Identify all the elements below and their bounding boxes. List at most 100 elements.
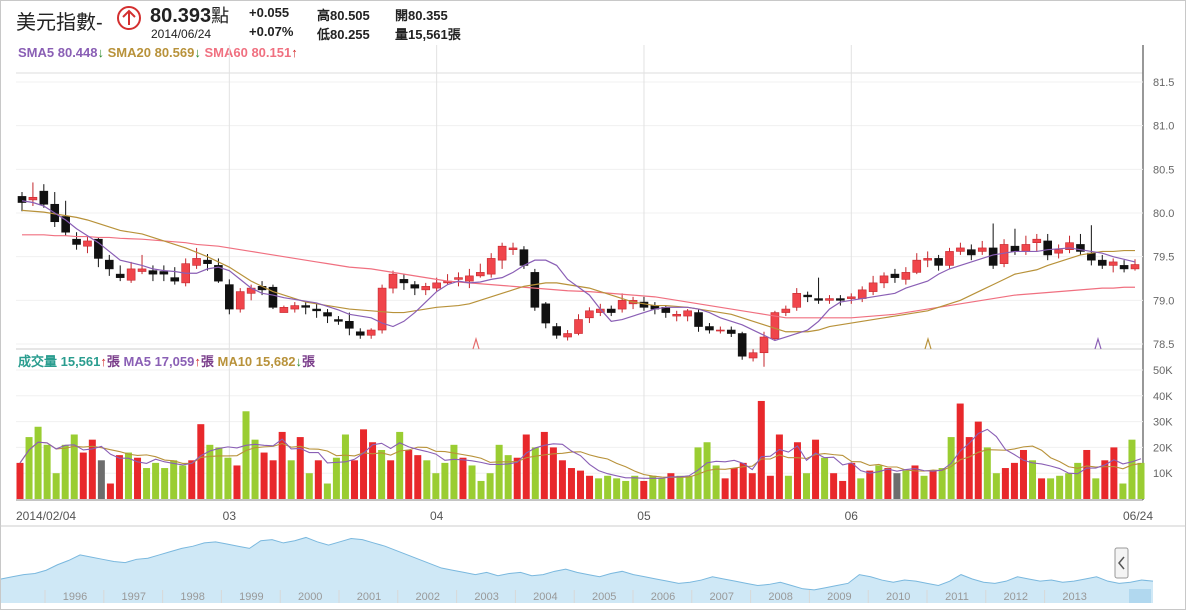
candle-up bbox=[912, 259, 922, 273]
candle-down bbox=[345, 320, 354, 329]
navigator-year-label: 2007 bbox=[710, 591, 734, 603]
volume-bar-up bbox=[269, 460, 277, 499]
candle-down bbox=[39, 190, 49, 205]
candle-up bbox=[781, 308, 791, 313]
navigator-year-label: 2011 bbox=[945, 591, 969, 603]
candle-up bbox=[977, 247, 987, 252]
volume-bar-down bbox=[902, 470, 910, 499]
volume-bar-down bbox=[992, 473, 1000, 499]
candle-up bbox=[672, 314, 682, 317]
volume-bar-up bbox=[748, 473, 756, 499]
volume-bar-down bbox=[70, 434, 78, 499]
volume-bar-down bbox=[441, 462, 449, 499]
candle-down bbox=[934, 258, 943, 266]
volume-bar-down bbox=[857, 478, 865, 499]
volume-bar-down bbox=[531, 447, 539, 499]
navigator-year-label: 2002 bbox=[416, 591, 440, 603]
candle-up bbox=[868, 282, 878, 292]
x-axis-label: 05 bbox=[637, 509, 651, 523]
volume-tick-label: 50K bbox=[1153, 365, 1173, 377]
volume-bar-down bbox=[143, 468, 151, 499]
volume-bar-up bbox=[369, 442, 377, 499]
candle-up bbox=[235, 291, 245, 310]
volume-bar-down bbox=[323, 483, 331, 499]
volume-bar-up bbox=[16, 462, 24, 499]
navigator-year-label: 2001 bbox=[357, 591, 381, 603]
volume-bar-up bbox=[1001, 468, 1009, 499]
volume-bar-down bbox=[152, 462, 160, 499]
volume-bar-down bbox=[242, 411, 250, 499]
candle-up bbox=[497, 245, 507, 261]
volume-bar-down bbox=[206, 444, 214, 499]
candle-up bbox=[421, 286, 431, 291]
volume-bar-down bbox=[1119, 483, 1127, 499]
volume-bar-up bbox=[567, 468, 575, 499]
candle-down bbox=[988, 247, 998, 266]
price-tick-label: 79.0 bbox=[1153, 295, 1174, 307]
volume-bar-up bbox=[839, 480, 847, 499]
navigator-year-label: 1996 bbox=[63, 591, 87, 603]
volume-bar-down bbox=[52, 473, 60, 499]
volume-bar-down bbox=[396, 431, 404, 499]
volume-bar-up bbox=[405, 449, 413, 499]
volume-bar-up bbox=[830, 473, 838, 499]
navigator-year-label: 2013 bbox=[1062, 591, 1086, 603]
candle-down bbox=[355, 331, 365, 336]
navigator-selection[interactable] bbox=[1129, 589, 1151, 603]
candle-down bbox=[410, 284, 420, 289]
candle-up bbox=[956, 247, 965, 252]
volume-bar-down bbox=[613, 478, 621, 499]
volume-bar-up bbox=[866, 470, 874, 499]
volume-bar-up bbox=[640, 480, 648, 499]
candle-down bbox=[399, 279, 409, 284]
navigator-year-label: 2008 bbox=[768, 591, 792, 603]
volume-bar-up bbox=[314, 460, 322, 499]
candle-up bbox=[1130, 264, 1140, 270]
candle-up bbox=[83, 240, 92, 247]
navigator-handle-box[interactable] bbox=[1114, 547, 1129, 579]
volume-bar-down bbox=[712, 465, 720, 499]
candle-down bbox=[694, 312, 703, 327]
candle-up bbox=[879, 275, 889, 284]
candle-up bbox=[846, 296, 856, 299]
volume-bar-up bbox=[387, 460, 395, 499]
volume-bar-up bbox=[757, 400, 765, 499]
volume-bar-down bbox=[803, 473, 811, 499]
candle-up bbox=[716, 329, 725, 332]
volume-bar-flat bbox=[97, 460, 105, 499]
volume-bar-down bbox=[332, 457, 340, 499]
volume-layer bbox=[16, 400, 1145, 499]
volume-tick-label: 30K bbox=[1153, 417, 1173, 429]
volume-bar-down bbox=[1065, 473, 1073, 499]
candle-up bbox=[792, 293, 802, 308]
candle-up bbox=[486, 258, 496, 275]
volume-bar-down bbox=[1092, 478, 1100, 499]
volume-bar-up bbox=[1038, 478, 1046, 499]
volume-bar-down bbox=[658, 478, 666, 499]
candle-up bbox=[290, 305, 300, 310]
volume-bar-down bbox=[1029, 460, 1037, 499]
price-tick-label: 78.5 bbox=[1153, 339, 1174, 351]
candle-down bbox=[530, 272, 540, 308]
volume-bar-down bbox=[43, 444, 51, 499]
volume-bar-down bbox=[423, 460, 431, 499]
volume-bar-down bbox=[821, 457, 829, 499]
navigator-year-label: 2005 bbox=[592, 591, 616, 603]
candle-down bbox=[1119, 265, 1129, 270]
navigator-year-label: 2006 bbox=[651, 591, 675, 603]
volume-bar-down bbox=[378, 449, 386, 499]
candle-down bbox=[1010, 245, 1020, 252]
navigator-year-label: 2009 bbox=[827, 591, 851, 603]
volume-tick-label: 20K bbox=[1153, 442, 1173, 454]
volume-bar-down bbox=[784, 475, 792, 499]
candle-up bbox=[508, 247, 518, 250]
candle-down bbox=[170, 277, 180, 282]
candle-down bbox=[552, 326, 561, 336]
candle-up bbox=[748, 352, 758, 359]
volume-bar-down bbox=[341, 434, 349, 499]
candle-down bbox=[334, 319, 343, 322]
candle-up bbox=[465, 275, 474, 282]
candle-down bbox=[312, 308, 321, 312]
price-tick-label: 80.5 bbox=[1153, 164, 1174, 176]
candle-up bbox=[388, 273, 398, 289]
